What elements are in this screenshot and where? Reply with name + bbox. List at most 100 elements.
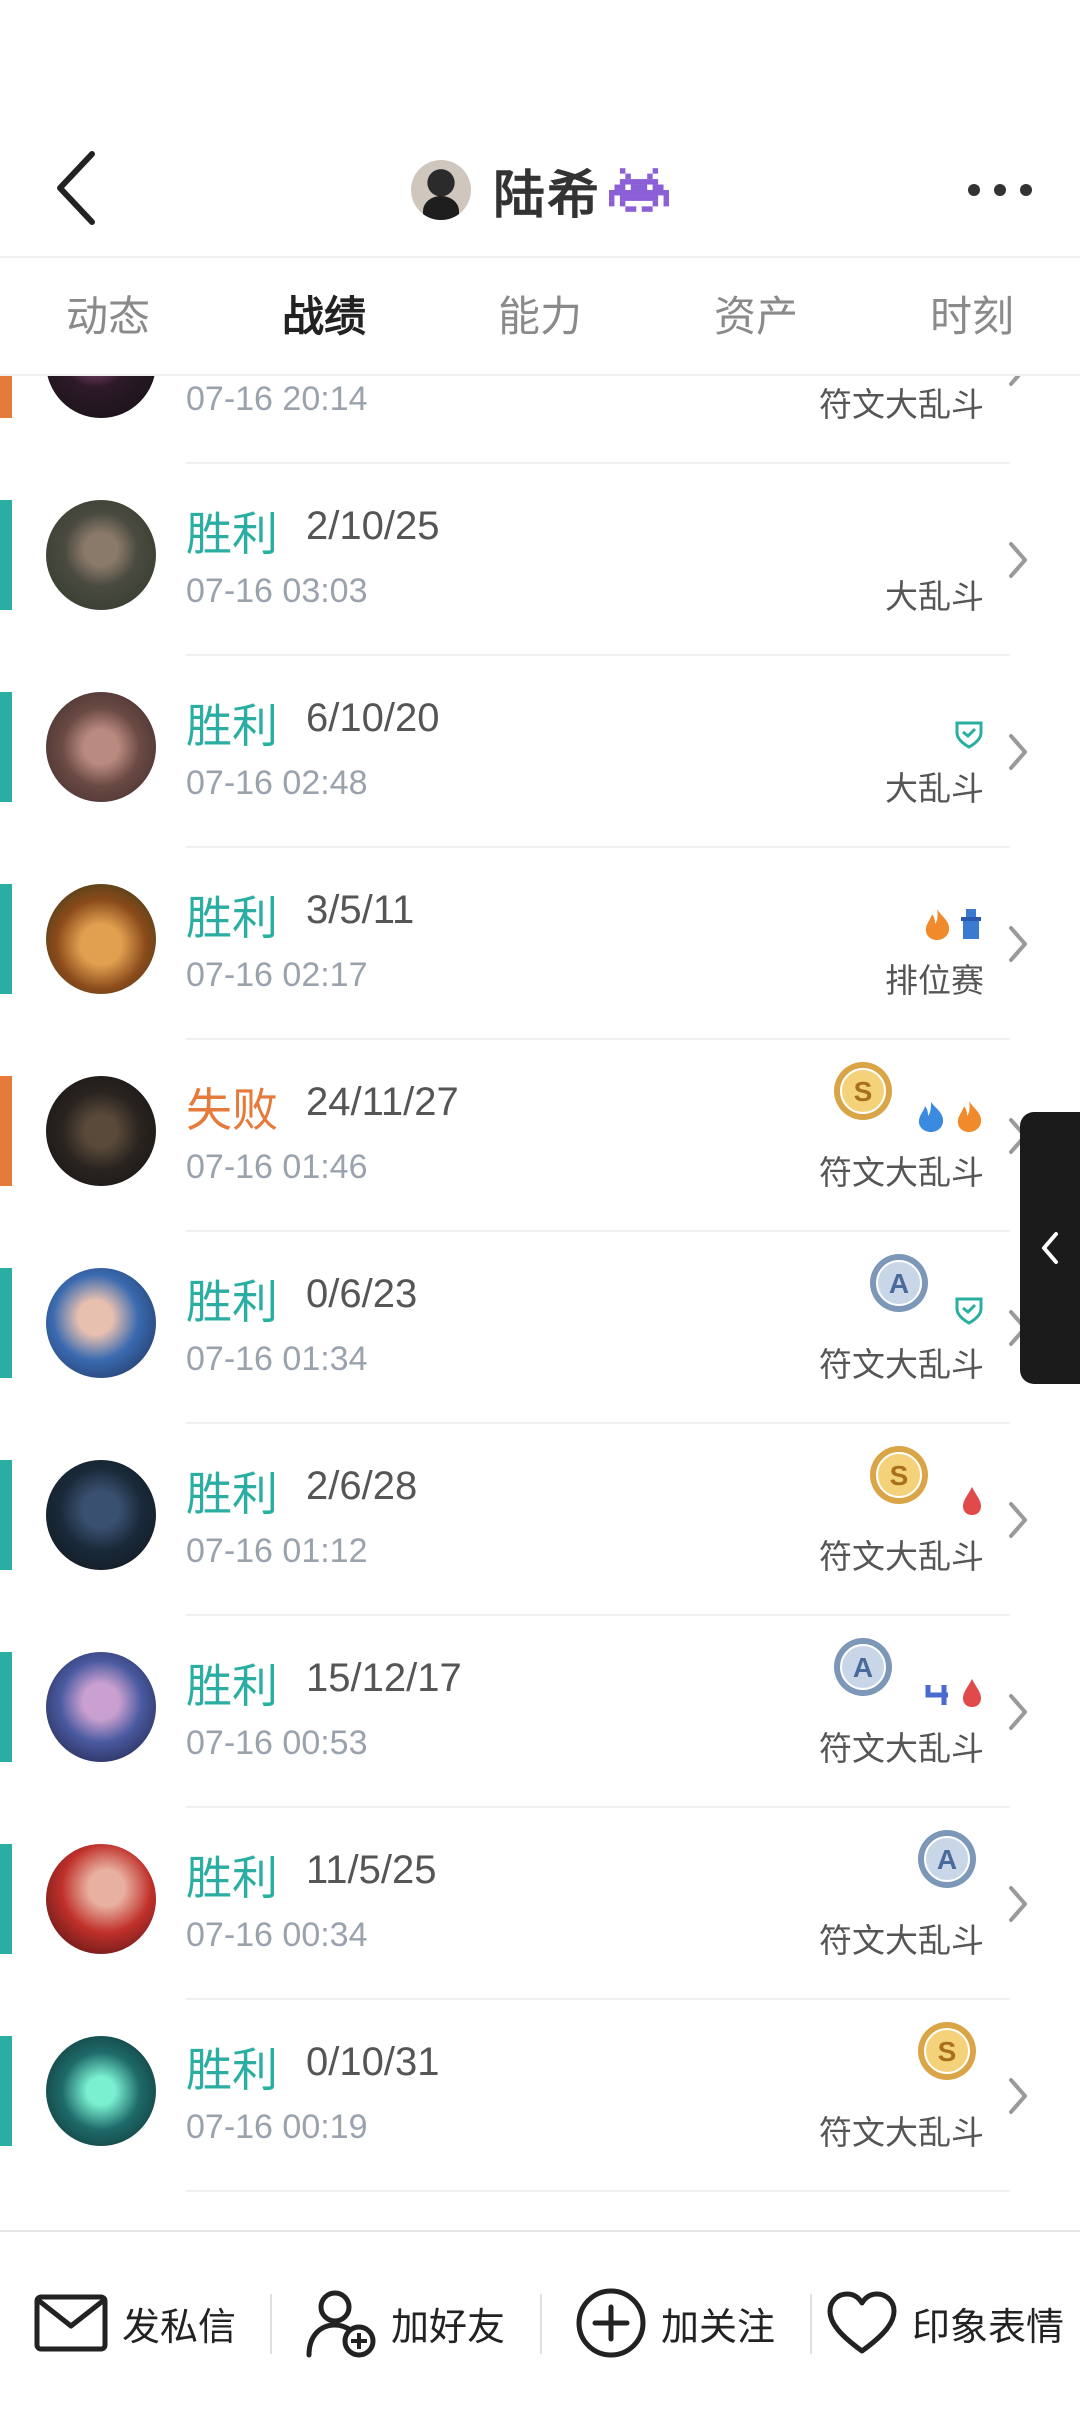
match-time: 07-16 01:34	[186, 1340, 368, 1378]
grade-medal-icon: A	[832, 1636, 894, 1698]
game-mode: 符文大乱斗	[819, 1538, 984, 1575]
result-indicator-bar	[0, 1460, 12, 1570]
match-row[interactable]: 失败6/8/1507-16 20:14符文大乱斗	[0, 376, 1080, 464]
chevron-right-icon	[1003, 1498, 1033, 1542]
champion-avatar	[46, 1268, 156, 1378]
match-time: 07-16 00:19	[186, 2108, 368, 2146]
match-kda: 0/6/23	[306, 1272, 418, 1316]
match-kda: 2/10/25	[306, 504, 440, 548]
match-row[interactable]: 胜利 0/10/31 07-16 00:19 符文大乱斗 S	[0, 2000, 1080, 2192]
match-kda: 24/11/27	[306, 1080, 459, 1124]
match-time: 07-16 00:53	[186, 1724, 368, 1762]
result-indicator-bar	[0, 376, 12, 418]
achievement-badges	[922, 898, 984, 946]
match-row[interactable]: 胜利 0/6/23 07-16 01:34 符文大乱斗 A	[0, 1232, 1080, 1424]
match-list[interactable]: 失败6/8/1507-16 20:14符文大乱斗胜利 2/10/25 07-16 0…	[0, 376, 1080, 2230]
plus-circle-icon	[576, 2288, 646, 2358]
follow-button[interactable]: 加关注	[540, 2232, 810, 2414]
flame-icon	[954, 1099, 984, 1138]
game-mode: 大乱斗	[885, 770, 984, 807]
tab-assets[interactable]: 资产	[648, 258, 864, 374]
tab-ability[interactable]: 能力	[432, 258, 648, 374]
result-indicator-bar	[0, 884, 12, 994]
match-row[interactable]: 胜利 11/5/25 07-16 00:34 符文大乱斗 A	[0, 1808, 1080, 2000]
match-row[interactable]: 胜利 6/10/20 07-16 02:48 大乱斗	[0, 656, 1080, 848]
match-result: 胜利	[186, 892, 278, 944]
match-kda: 11/5/25	[306, 1848, 437, 1892]
match-kda: 3/5/11	[306, 888, 415, 932]
achievement-badges	[924, 1666, 984, 1714]
grade-medal-icon: A	[916, 1828, 978, 1890]
game-mode: 符文大乱斗	[819, 1154, 984, 1191]
top-bar: 陆希	[0, 0, 1080, 256]
quadra-kill-icon	[924, 1679, 954, 1714]
chevron-right-icon	[1003, 730, 1033, 774]
match-result: 胜利	[186, 1852, 278, 1904]
achievement-badges	[954, 706, 984, 754]
match-row[interactable]: 胜利 2/6/28 07-16 01:12 符文大乱斗 S	[0, 1424, 1080, 1616]
space-invader-icon	[609, 168, 669, 212]
champion-avatar	[46, 692, 156, 802]
match-time: 07-16 03:03	[186, 572, 368, 610]
match-time: 07-16 20:14	[186, 380, 368, 418]
more-horizontal-icon	[968, 184, 980, 196]
champion-avatar	[46, 2036, 156, 2146]
send-message-button[interactable]: 发私信	[0, 2232, 270, 2414]
champion-avatar	[46, 1652, 156, 1762]
result-indicator-bar	[0, 1652, 12, 1762]
match-row[interactable]: 失败 24/11/27 07-16 01:46 符文大乱斗 S	[0, 1040, 1080, 1232]
result-indicator-bar	[0, 1268, 12, 1378]
impression-button[interactable]: 印象表情	[810, 2232, 1080, 2414]
blue-flame-icon	[914, 1099, 948, 1138]
svg-text:S: S	[890, 1460, 909, 1491]
tab-records[interactable]: 战绩	[216, 258, 432, 374]
match-row[interactable]: 胜利 3/5/11 07-16 02:17 排位赛	[0, 848, 1080, 1040]
match-row[interactable]: 胜利 15/12/17 07-16 00:53 符文大乱斗 A	[0, 1616, 1080, 1808]
game-mode: 大乱斗	[885, 578, 984, 615]
chevron-right-icon	[1003, 538, 1033, 582]
champion-avatar	[46, 1076, 156, 1186]
blood-drop-icon	[960, 1485, 984, 1522]
match-kda: 15/12/17	[306, 1656, 462, 1700]
tab-moments[interactable]: 时刻	[864, 258, 1080, 374]
mail-icon	[34, 2294, 108, 2352]
match-result: 胜利	[186, 2044, 278, 2096]
heart-icon	[827, 2291, 897, 2354]
add-friend-icon	[306, 2290, 376, 2358]
match-kda: 2/6/28	[306, 1464, 418, 1508]
achievement-badges	[960, 1474, 984, 1522]
bottom-action-bar: 发私信 加好友 加关注 印象表情	[0, 2230, 1080, 2414]
chevron-right-icon	[1003, 1882, 1033, 1926]
grade-medal-icon: S	[916, 2020, 978, 2082]
flame-icon	[922, 907, 952, 946]
match-time: 07-16 01:12	[186, 1532, 368, 1570]
avatar[interactable]	[410, 160, 471, 220]
profile-title: 陆希	[0, 150, 1080, 230]
match-row[interactable]: 胜利 2/10/25 07-16 03:03 大乱斗	[0, 464, 1080, 656]
tab-dynamics[interactable]: 动态	[0, 258, 216, 374]
shield-icon	[954, 719, 984, 754]
tower-icon	[958, 907, 984, 946]
match-result: 胜利	[186, 700, 278, 752]
match-kda: 6/10/20	[306, 696, 440, 740]
result-indicator-bar	[0, 692, 12, 802]
row-divider	[186, 2190, 1010, 2192]
chevron-left-icon	[1042, 1232, 1058, 1264]
game-mode: 排位赛	[885, 962, 984, 999]
game-mode: 符文大乱斗	[819, 1346, 984, 1383]
more-button[interactable]	[960, 160, 1040, 220]
grade-medal-icon: A	[868, 1252, 930, 1314]
blood-drop-icon	[960, 1677, 984, 1714]
chevron-right-icon	[1003, 2074, 1033, 2118]
achievement-badges	[954, 1282, 984, 1330]
svg-text:A: A	[853, 1652, 873, 1683]
champion-avatar	[46, 376, 156, 418]
champion-avatar	[46, 500, 156, 610]
champion-avatar	[46, 1460, 156, 1570]
add-friend-button[interactable]: 加好友	[270, 2232, 540, 2414]
match-result: 胜利	[186, 1468, 278, 1520]
tab-bar: 动态 战绩 能力 资产 时刻	[0, 256, 1080, 376]
side-panel-handle[interactable]	[1020, 1112, 1080, 1384]
game-mode: 符文大乱斗	[819, 1922, 984, 1959]
svg-text:S: S	[938, 2036, 957, 2067]
